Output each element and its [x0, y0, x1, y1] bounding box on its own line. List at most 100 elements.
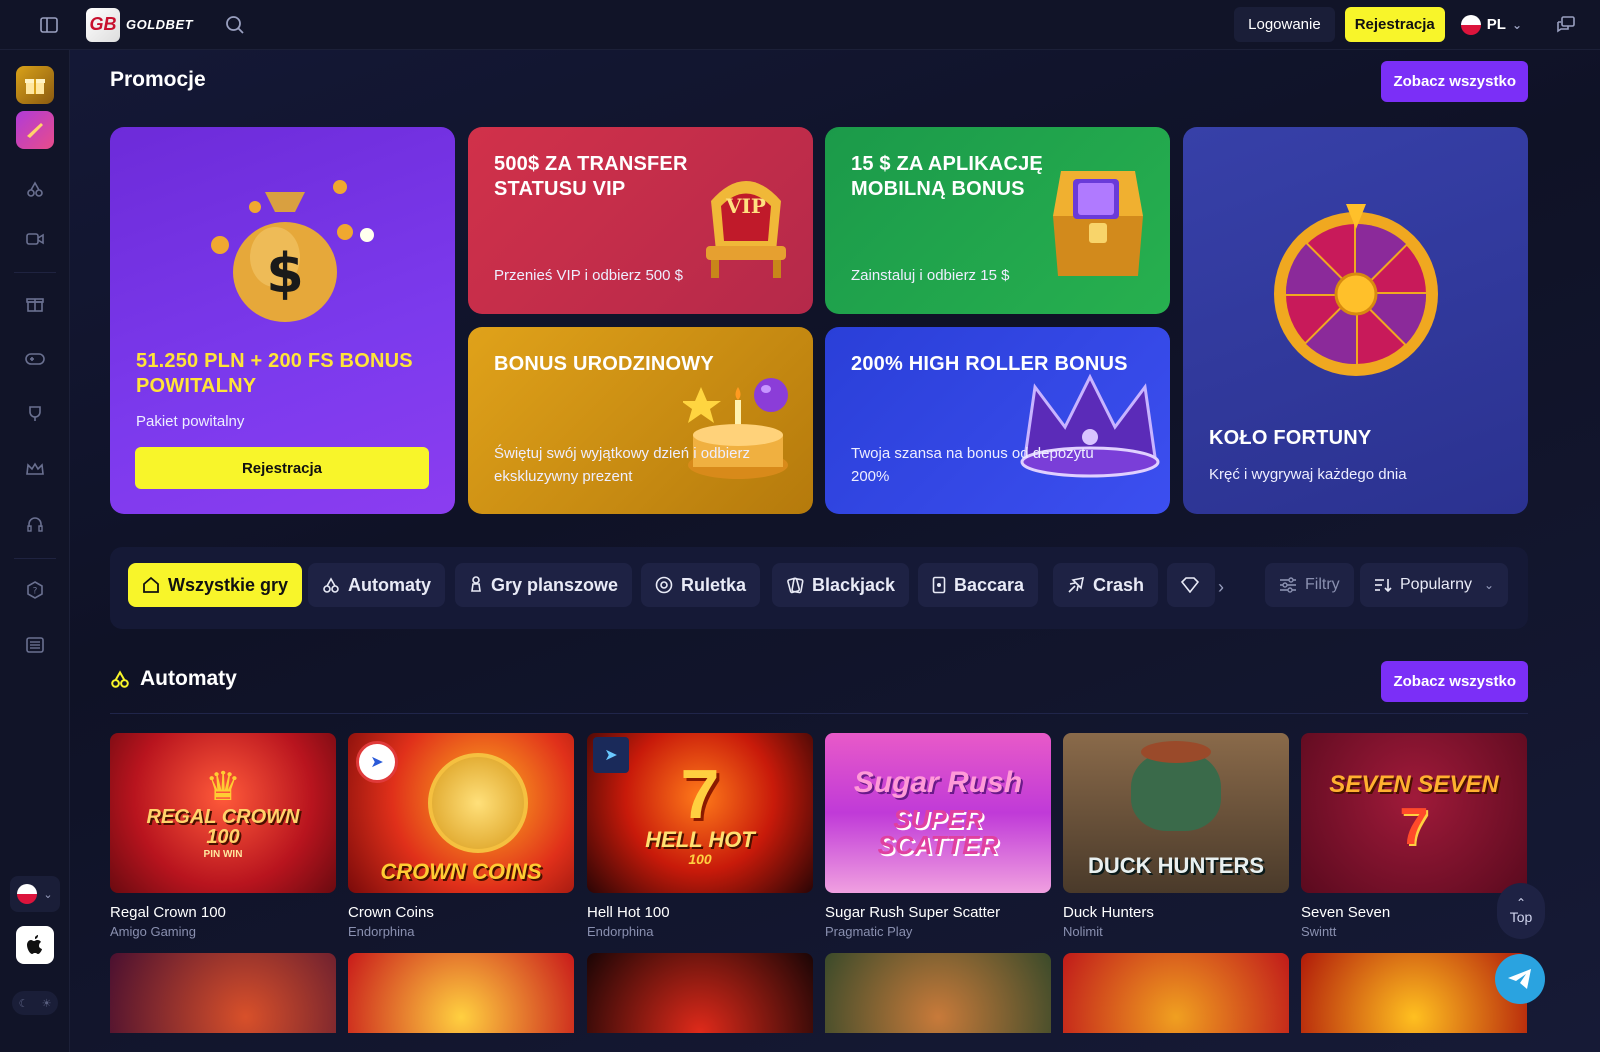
chevron-down-icon: ⌄: [1483, 578, 1494, 592]
game-thumbnail-partial[interactable]: [1301, 953, 1527, 1033]
promo-wheel-subtitle: Kręć i wygrywaj każdego dnia: [1209, 466, 1407, 483]
game-tile[interactable]: ♛ REGAL CROWN 100 PIN WIN Regal Crown 10…: [110, 733, 336, 939]
game-thumbnail-partial[interactable]: [1063, 953, 1289, 1033]
promo-welcome-subtitle: Pakiet powitalny: [136, 413, 245, 430]
scroll-top-button[interactable]: ⌃ Top: [1497, 883, 1545, 939]
register-button[interactable]: Rejestracja: [1344, 7, 1445, 42]
moon-icon: ☾: [18, 997, 29, 1010]
tab-baccarat[interactable]: Baccara: [918, 563, 1039, 607]
promo-card-high-roller[interactable]: 200% HIGH ROLLER BONUS Twoja szansa na b…: [825, 327, 1170, 514]
sidebar-toggle-icon[interactable]: [26, 2, 72, 48]
tab-label: Gry planszowe: [491, 574, 619, 595]
game-provider: Endorphina: [587, 924, 654, 939]
sidebar-trophy-icon[interactable]: [16, 395, 54, 433]
game-name: Crown Coins: [348, 904, 434, 921]
language-selector[interactable]: PL ⌄: [1455, 14, 1528, 35]
filters-button[interactable]: Filtry: [1265, 563, 1354, 607]
tab-blackjack[interactable]: Blackjack: [772, 563, 910, 607]
tab-label: Crash: [1093, 574, 1145, 595]
sidebar-list-icon[interactable]: [16, 626, 54, 664]
chevron-up-icon: ⌃: [1515, 896, 1527, 910]
sidebar-crown-icon[interactable]: [16, 450, 54, 488]
chevron-right-icon[interactable]: ›: [1218, 577, 1224, 598]
treasure-chest-icon: [1053, 171, 1143, 276]
tab-roulette[interactable]: Ruletka: [641, 563, 761, 607]
sidebar-divider: [14, 272, 56, 273]
sidebar-promo-gifts-icon[interactable]: [16, 66, 54, 104]
game-thumbnail[interactable]: ➤ 7 HELL HOT 100: [587, 733, 813, 893]
game-art-subtitle: SUPER SCATTER: [877, 804, 999, 860]
vip-throne-icon: VIP: [706, 181, 786, 278]
game-thumbnail-partial[interactable]: [110, 953, 336, 1033]
promo-card-welcome[interactable]: $ 51.250 PLN + 200 FS BONUS POWITALNY Pa…: [110, 127, 455, 514]
chat-icon[interactable]: [1546, 5, 1586, 45]
game-tile[interactable]: DUCK HUNTERS Duck Hunters Nolimit: [1063, 733, 1289, 939]
sidebar-live-casino-icon[interactable]: [16, 220, 54, 258]
game-thumbnail[interactable]: SEVEN SEVEN 7: [1301, 733, 1527, 893]
logo-text: GOLDBET: [126, 17, 194, 32]
tab-board-games[interactable]: Gry planszowe: [455, 563, 633, 607]
game-art-title: Sugar Rush: [853, 766, 1023, 799]
promo-vip-subtitle: Przenieś VIP i odbierz 500 $: [494, 267, 684, 284]
provider-badge-icon: ➤: [356, 741, 398, 783]
game-art-title: REGAL CROWN 100: [146, 805, 300, 848]
promo-app-subtitle: Zainstaluj i odbierz 15 $: [851, 267, 1010, 284]
game-art-subtitle: 100: [688, 851, 712, 867]
promo-card-vip-transfer[interactable]: 500$ ZA TRANSFER STATUSU VIP VIP Przenie…: [468, 127, 813, 314]
tab-slots[interactable]: Automaty: [308, 563, 446, 607]
sliders-icon: [1280, 577, 1296, 593]
cherry-icon: [323, 577, 339, 593]
game-thumbnail[interactable]: DUCK HUNTERS: [1063, 733, 1289, 893]
game-tile[interactable]: Sugar Rush SUPER SCATTER Sugar Rush Supe…: [825, 733, 1051, 939]
game-tile[interactable]: ➤ 7 HELL HOT 100 Hell Hot 100 Endorphina: [587, 733, 813, 939]
game-provider: Amigo Gaming: [110, 924, 196, 939]
lucky-seven-icon: 7: [680, 755, 720, 833]
promo-card-wheel-of-fortune[interactable]: KOŁO FORTUNY Kręć i wygrywaj każdego dni…: [1183, 127, 1528, 514]
sidebar-gift-icon[interactable]: [16, 285, 54, 323]
duck-icon: [1131, 751, 1221, 831]
svg-text:?: ?: [33, 587, 38, 597]
home-icon: [143, 576, 159, 593]
cards-icon: [787, 577, 804, 594]
tab-all-games[interactable]: Wszystkie gry: [128, 563, 303, 607]
sidebar-support-headset-icon[interactable]: [16, 506, 54, 544]
promo-register-button[interactable]: Rejestracja: [135, 447, 429, 489]
brand-logo[interactable]: GB GOLDBET: [86, 7, 194, 42]
game-art-title: DUCK HUNTERS: [1088, 853, 1264, 878]
scroll-top-label: Top: [1509, 909, 1533, 925]
login-button[interactable]: Logowanie: [1234, 7, 1335, 42]
promotions-see-all-button[interactable]: Zobacz wszystko: [1381, 61, 1528, 102]
game-thumbnail[interactable]: ♛ REGAL CROWN 100 PIN WIN: [110, 733, 336, 893]
sidebar-gamepad-icon[interactable]: [16, 340, 54, 378]
promo-card-mobile-app[interactable]: 15 $ ZA APLIKACJĘ MOBILNĄ BONUS Zainstal…: [825, 127, 1170, 314]
chevron-down-icon: ⌄: [43, 888, 53, 901]
theme-toggle[interactable]: ☾ ☀: [12, 991, 58, 1015]
telegram-icon[interactable]: [1495, 954, 1545, 1004]
game-provider: Pragmatic Play: [825, 924, 913, 939]
apple-app-icon[interactable]: [16, 926, 54, 964]
svg-text:$: $: [266, 242, 304, 305]
game-thumbnail-partial[interactable]: [825, 953, 1051, 1033]
poland-flag-icon: [1460, 14, 1481, 35]
promo-welcome-title: 51.250 PLN + 200 FS BONUS POWITALNY: [136, 350, 413, 397]
game-thumbnail-partial[interactable]: [587, 953, 813, 1033]
game-thumbnail-partial[interactable]: [348, 953, 574, 1033]
game-thumbnail[interactable]: Sugar Rush SUPER SCATTER: [825, 733, 1051, 893]
money-bag-icon: $: [211, 180, 374, 322]
sidebar-divider: [14, 558, 56, 559]
game-thumbnail[interactable]: ➤ CROWN COINS: [348, 733, 574, 893]
sort-dropdown[interactable]: Popularny ⌄: [1360, 563, 1508, 607]
top-bar: GB GOLDBET Logowanie Rejestracja PL ⌄: [0, 0, 1600, 50]
promo-card-birthday[interactable]: BONUS URODZINOWY Świętuj swój wyjątkowy …: [468, 327, 813, 514]
game-tile[interactable]: SEVEN SEVEN 7 Seven Seven Swintt: [1301, 733, 1527, 939]
sidebar-slots-icon[interactable]: [16, 170, 54, 208]
sidebar-language-selector[interactable]: ⌄: [10, 876, 60, 912]
tab-crash[interactable]: Crash: [1053, 563, 1159, 607]
sidebar-help-icon[interactable]: ?: [16, 571, 54, 609]
tab-more-partial[interactable]: [1167, 563, 1215, 607]
search-icon[interactable]: [215, 5, 255, 45]
game-tile[interactable]: ➤ CROWN COINS Crown Coins Endorphina: [348, 733, 574, 939]
slots-see-all-button[interactable]: Zobacz wszystko: [1381, 661, 1528, 702]
sidebar-promo-boost-icon[interactable]: [16, 111, 54, 149]
fruits-seven-icon: 7: [1399, 798, 1429, 856]
